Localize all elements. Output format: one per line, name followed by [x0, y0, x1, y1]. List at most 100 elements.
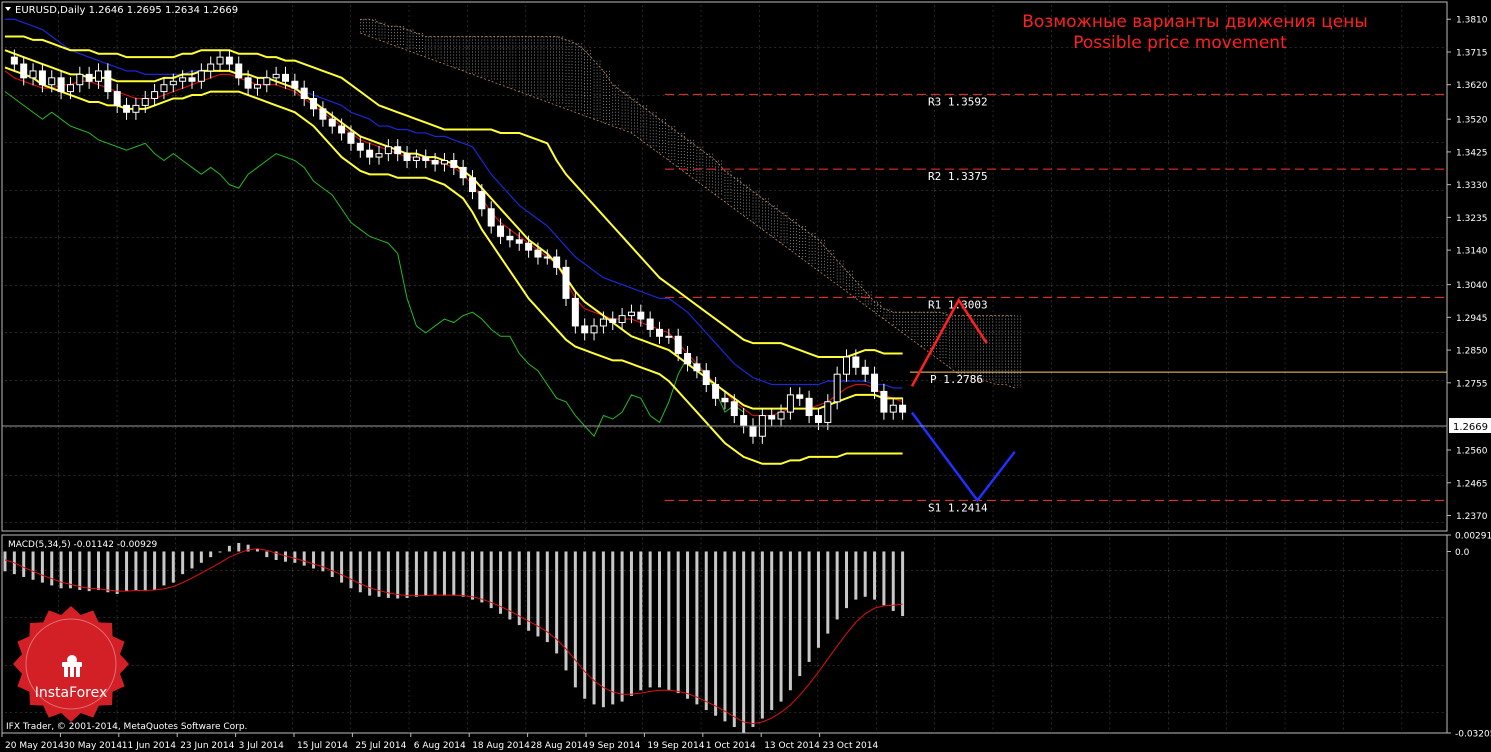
candle-body [768, 415, 776, 420]
candle-body [861, 366, 869, 375]
candle-body [786, 394, 794, 413]
macd-tick-label-1: 0.0 [1455, 548, 1470, 558]
macd-bar [835, 551, 839, 620]
candle-body [375, 153, 383, 158]
date-label-8: 18 Aug 2014 [472, 741, 530, 751]
macd-bar [162, 551, 166, 586]
candle-body [253, 84, 261, 89]
macd-axis: 0.00291 0.0 -0.03205 [1447, 532, 1491, 740]
macd-bar [770, 551, 774, 711]
macd-bar [22, 551, 26, 577]
macd-bar [181, 551, 185, 575]
macd-bar [125, 551, 129, 592]
date-axis: 20 May 2014 30 May 2014 11 Jun 2014 23 Jun … [1, 733, 879, 751]
date-label-3: 23 Jun 2014 [180, 741, 234, 751]
candle-body [48, 77, 56, 86]
candle-body [674, 335, 682, 355]
candle-body [38, 70, 46, 86]
macd-tick-label-2: -0.03205 [1455, 730, 1491, 740]
candle-body [880, 390, 888, 413]
candle-body [646, 318, 654, 330]
candle-body [599, 318, 607, 327]
macd-bar [695, 551, 699, 705]
macd-bar [583, 551, 587, 699]
candle-body [459, 166, 467, 179]
copyright-text: IFX Trader, © 2001-2014, MetaQuotes Soft… [6, 722, 247, 732]
macd-bar [489, 551, 493, 609]
macd-bar [143, 551, 147, 592]
candle-body [95, 70, 102, 82]
date-label-4: 3 Jul 2014 [239, 741, 284, 751]
candle-body [833, 373, 841, 403]
candle-body [440, 160, 448, 165]
macd-bar [545, 551, 549, 643]
date-label-9: 28 Aug 2014 [531, 741, 589, 751]
date-label-7: 6 Aug 2014 [414, 741, 466, 751]
macd-bar [209, 551, 213, 558]
macd-bar [349, 551, 353, 589]
candle-body [637, 311, 645, 320]
macd-tick-label-0: 0.00291 [1455, 532, 1491, 542]
candle-body [693, 363, 701, 372]
candle-body [104, 70, 112, 93]
candle-body [450, 160, 458, 168]
macd-bar [153, 551, 157, 590]
date-label-2: 11 Jun 2014 [122, 741, 176, 751]
price-tick-label-5: 1.3330 [1456, 181, 1488, 191]
macd-bar [115, 551, 119, 594]
candle-body [525, 242, 533, 251]
candle-body [871, 373, 879, 392]
macd-bar [227, 545, 231, 552]
macd-bar [517, 551, 521, 626]
macd-bar [891, 551, 895, 611]
price-tick-label-10: 1.2850 [1456, 347, 1488, 357]
level-label-3: P 1.2786 [930, 373, 983, 386]
macd-bar [330, 551, 334, 577]
macd-bar [686, 551, 690, 699]
macd-bar [50, 551, 54, 586]
candle-body [225, 56, 233, 65]
candle-body [740, 415, 748, 427]
candle-body [235, 63, 243, 79]
candle-body [244, 77, 252, 89]
macd-bar [499, 551, 503, 614]
candle-body [571, 297, 579, 327]
candle-body [656, 328, 663, 337]
macd-bar [508, 551, 512, 620]
date-label-1: 30 May 2014 [63, 741, 122, 751]
macd-bar [31, 551, 35, 580]
macd-bar [471, 551, 474, 600]
macd-bar [452, 551, 456, 596]
annotation-en: Possible price movement [1073, 33, 1287, 53]
date-label-10: 9 Sep 2014 [589, 741, 641, 751]
macd-bar [321, 551, 325, 572]
macd-bar [293, 551, 297, 563]
macd-bar [97, 551, 100, 590]
candle-body [618, 315, 626, 324]
macd-bar [882, 551, 886, 606]
macd-bar [742, 551, 746, 733]
price-tick-label-3: 1.3520 [1456, 116, 1488, 126]
logo-text: InstaForex [35, 685, 108, 701]
macd-bar [658, 551, 661, 688]
macd-bar [171, 551, 175, 583]
date-label-5: 15 Jul 2014 [297, 741, 348, 751]
macd-pane [1, 534, 1448, 734]
macd-bar [199, 551, 203, 563]
candle-body [123, 104, 131, 113]
candle-body [412, 156, 420, 162]
macd-bar [414, 551, 418, 597]
macd-bar [78, 551, 82, 590]
macd-bar [68, 551, 72, 589]
macd-bar [461, 551, 465, 597]
candle-body [403, 153, 411, 162]
macd-bar [788, 551, 792, 691]
macd-bar [3, 551, 7, 572]
macd-bar [396, 551, 400, 599]
macd-bar [190, 551, 194, 569]
price-tick-label-9: 1.2945 [1456, 314, 1488, 324]
macd-bar [601, 551, 605, 708]
macd-bar [611, 551, 615, 705]
candle-body [85, 73, 93, 82]
candle-body [338, 125, 346, 134]
